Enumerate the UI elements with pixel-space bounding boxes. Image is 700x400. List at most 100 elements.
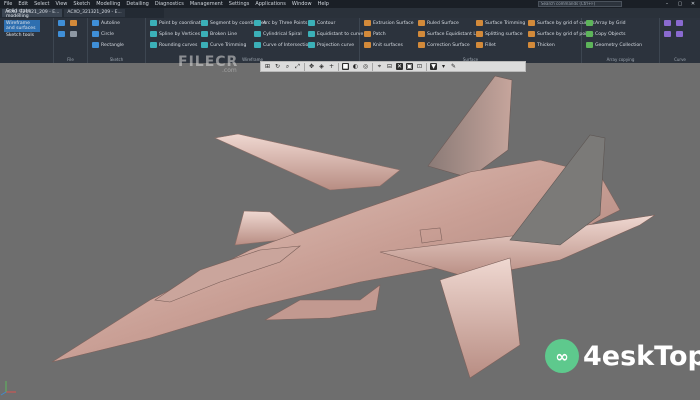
open-file-icon[interactable] [70, 20, 77, 26]
geometry-collection-icon [586, 42, 593, 48]
document-tab[interactable]: ACXO_321321_209 - E... [64, 9, 125, 17]
save-file-icon[interactable] [58, 31, 65, 37]
surface-trimming-button[interactable]: Surface Trimming [476, 20, 525, 26]
select-filter-icon[interactable]: ▣ [406, 63, 413, 70]
extrusion-surface-button[interactable]: Extrusion Surface [364, 20, 414, 26]
zoom-icon[interactable]: ⌕ [284, 63, 291, 70]
cylindrical-spiral-button[interactable]: Cylindrical Spiral [254, 31, 302, 37]
curve-c-icon [664, 31, 671, 37]
shaded-view-icon[interactable]: ■ [342, 63, 349, 70]
point-by-coordinates-button[interactable]: Point by coordinates [150, 20, 206, 26]
menu-items: File Edit Select View Sketch Modelling D… [0, 1, 329, 7]
curve-of-intersection-button[interactable]: Curve of Intersection [254, 42, 311, 48]
patch-icon [364, 31, 371, 37]
rotate-icon[interactable]: ↻ [274, 63, 281, 70]
curve-tool-a[interactable] [664, 20, 671, 26]
copy-objects-button[interactable]: Copy Objects [586, 31, 625, 37]
fillet-button[interactable]: Fillet [476, 42, 496, 48]
grid-points-icon [528, 31, 535, 37]
display-mode-icon[interactable]: ◐ [352, 63, 359, 70]
geometry-collection-button[interactable]: Geometry Collection [586, 42, 642, 48]
pan-icon[interactable]: ✥ [308, 63, 315, 70]
menu-diagnostics[interactable]: Diagnostics [155, 1, 184, 7]
close-button[interactable]: ✕ [688, 0, 698, 8]
menu-file[interactable]: File [4, 1, 12, 7]
menu-edit[interactable]: Edit [18, 1, 28, 7]
arc-three-points-button[interactable]: Arc by Three Points [254, 20, 307, 26]
snap-icon[interactable]: ⌖ [376, 63, 383, 70]
toolbar-divider [372, 62, 373, 71]
sketch-group-label: Sketch [109, 57, 124, 62]
filter-icon[interactable]: ▼ [430, 63, 437, 70]
thicken-button[interactable]: Thicken [528, 42, 555, 48]
menu-modelling[interactable]: Modelling [96, 1, 120, 7]
contour-button[interactable]: Contour [308, 20, 335, 26]
spiral-label: Cylindrical Spiral [263, 31, 302, 37]
menu-window[interactable]: Window [292, 1, 312, 7]
patch-button[interactable]: Patch [364, 31, 386, 37]
knit-surfaces-button[interactable]: Knit surfaces [364, 42, 403, 48]
surf-trim-icon [476, 20, 483, 26]
pencil-icon[interactable]: ✎ [450, 63, 457, 70]
file-group-label: File [67, 57, 74, 62]
copy-objects-icon [586, 31, 593, 37]
mode-sketch-tools[interactable]: Sketch tools [4, 32, 40, 39]
surface-equidistant-button[interactable]: Surface Equidistant Line [418, 31, 483, 37]
autoline-button[interactable]: Autoline [92, 20, 120, 26]
curve-tool-b[interactable] [676, 20, 683, 26]
knit-label: Knit surfaces [373, 42, 403, 48]
curve-trimming-button[interactable]: Curve Trimming [201, 42, 246, 48]
menu-select[interactable]: Select [34, 1, 49, 7]
correction-label: Correction Surface [427, 42, 470, 48]
section-icon[interactable]: ◎ [362, 63, 369, 70]
new-file-icon[interactable] [58, 20, 65, 26]
rounding-curves-button[interactable]: Rounding curves [150, 42, 197, 48]
correction-surface-button[interactable]: Correction Surface [418, 42, 470, 48]
array-grid-label: Array by Grid [595, 20, 626, 26]
curve-tool-d[interactable] [676, 31, 683, 37]
menu-sketch[interactable]: Sketch [73, 1, 90, 7]
zoom-in-icon[interactable]: + [328, 63, 335, 70]
measure-icon[interactable]: ✕ [396, 63, 403, 70]
surface-group: Extrusion Surface Patch Knit surfaces Ru… [360, 18, 595, 63]
dropdown-icon[interactable]: ▾ [440, 63, 447, 70]
menu-view[interactable]: View [56, 1, 68, 7]
zoom-fit-icon[interactable]: ⤢ [294, 63, 301, 70]
mode-wireframe[interactable]: Wireframe and surfaces [4, 20, 40, 32]
print-icon[interactable] [70, 31, 77, 37]
minimize-button[interactable]: – [662, 0, 672, 8]
tree-icon[interactable]: ⊞ [264, 63, 271, 70]
rectangle-label: Rectangle [101, 42, 124, 48]
menu-settings[interactable]: Settings [229, 1, 250, 7]
equidistant-icon [308, 31, 315, 37]
menu-applications[interactable]: Applications [255, 1, 286, 7]
ruled-surface-button[interactable]: Ruled Surface [418, 20, 459, 26]
document-tab-label: ACXO_321321_209 - E... [67, 10, 122, 15]
equidistant-label: Equidistant to curve [317, 31, 364, 37]
grid-curves-icon [528, 20, 535, 26]
curve-tool-c[interactable] [664, 31, 671, 37]
surf-equidistant-icon [418, 31, 425, 37]
array-by-grid-button[interactable]: Array by Grid [586, 20, 626, 26]
toolbar-divider [304, 62, 305, 71]
lock-icon[interactable]: ⊡ [416, 63, 423, 70]
menu-detailing[interactable]: Detailing [126, 1, 148, 7]
axis-triad-icon [0, 381, 16, 396]
rectangle-button[interactable]: Rectangle [92, 42, 124, 48]
broken-line-button[interactable]: Broken Line [201, 31, 237, 37]
menu-management[interactable]: Management [190, 1, 223, 7]
curve-group-label: Curve [674, 57, 686, 62]
projection-curve-button[interactable]: Projection curve [308, 42, 354, 48]
mode-solid[interactable]: Solid state modelling [4, 8, 40, 20]
equidistant-curve-button[interactable]: Equidistant to curve [308, 31, 363, 37]
curve-group: Curve [660, 18, 700, 63]
orientation-icon[interactable]: ◈ [318, 63, 325, 70]
circle-button[interactable]: Circle [92, 31, 114, 37]
maximize-button[interactable]: ▢ [675, 0, 685, 8]
menu-help[interactable]: Help [318, 1, 329, 7]
intersection-icon [254, 42, 261, 48]
splitting-surface-button[interactable]: Splitting surface [476, 31, 523, 37]
spline-by-vertices-button[interactable]: Spline by Vertices [150, 31, 200, 37]
grid-icon[interactable]: ⊟ [386, 63, 393, 70]
command-search-input[interactable]: Search commands (Ctrl+F) [538, 1, 622, 7]
